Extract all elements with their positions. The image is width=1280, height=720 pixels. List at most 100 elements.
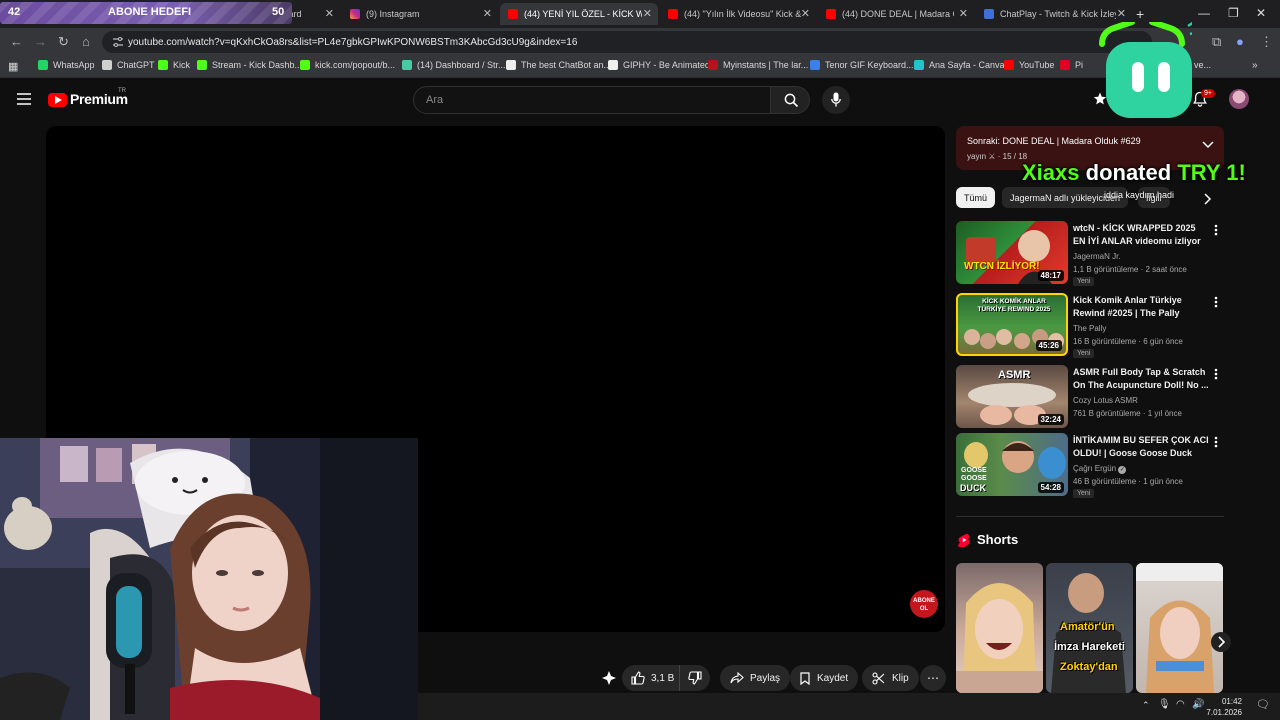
profile-icon[interactable]: ●	[1236, 34, 1244, 49]
bookmark-tenor[interactable]: Tenor GIF Keyboard...	[810, 60, 914, 70]
canva-icon	[914, 60, 924, 70]
search-icon	[784, 93, 799, 108]
shorts-next-icon[interactable]	[1211, 632, 1231, 652]
home-icon[interactable]: ⌂	[82, 34, 90, 49]
address-bar[interactable]: youtube.com/watch?v=qKxhCkOa8rs&list=PL4…	[102, 31, 1152, 53]
tab-instagram[interactable]: (9) Instagram ✕	[342, 3, 498, 25]
recommended-video-2[interactable]: KİCK KOMİK ANLAR TÜRKİYE REWIND 2025 45:…	[956, 293, 1224, 358]
search-button[interactable]	[770, 86, 810, 114]
more-actions-button[interactable]: ⋯	[920, 665, 946, 691]
hamburger-menu-icon[interactable]	[17, 93, 31, 105]
more-vertical-icon[interactable]	[1214, 368, 1218, 380]
bookmark-kick[interactable]: Kick	[158, 60, 190, 70]
forward-icon[interactable]: →	[34, 34, 47, 49]
recommended-video-3[interactable]: ASMR 32:24 ASMR Full Body Tap & Scratch …	[956, 365, 1224, 429]
channel-name[interactable]: The Pally	[1073, 324, 1106, 333]
dislike-button[interactable]	[680, 665, 710, 691]
thumbs-down-icon	[688, 671, 702, 685]
bookmark-youtube[interactable]: YouTube	[1004, 60, 1054, 70]
maximize-button[interactable]: ❐	[1228, 6, 1239, 20]
subscriber-goal-overlay: 42 ABONE HEDEFI 50	[0, 2, 292, 24]
video-thumbnail[interactable]: GOOSE GOOSE DUCK 54:28	[956, 433, 1068, 496]
subscribe-watermark[interactable]: ABONE OL	[910, 590, 938, 618]
short-2[interactable]: Amatör'ün İmza Hareketi Zoktay'dan	[1046, 563, 1133, 693]
search-placeholder: Ara	[426, 94, 444, 106]
thumbnail-caption-2: GOOSE	[961, 475, 987, 482]
tab-label: ChatPlay - Twitch & Kick İzleyici	[1000, 9, 1116, 19]
taskbar-clock[interactable]: 01:42 7.01.2026	[1196, 696, 1242, 718]
thumbnail-caption-1: GOOSE	[961, 467, 987, 474]
bookmark-kick-popout[interactable]: kick.com/popout/b...	[300, 60, 395, 70]
chip-all[interactable]: Tümü	[956, 187, 996, 208]
video-title[interactable]: wtcN - KİCK WRAPPED 2025 EN İYİ ANLAR vi…	[1073, 222, 1209, 248]
thumbnail-caption: ASMR	[998, 369, 1031, 381]
chevron-down-icon[interactable]	[1202, 141, 1214, 149]
minimize-button[interactable]: —	[1198, 6, 1210, 20]
more-vertical-icon[interactable]	[1214, 296, 1218, 308]
close-icon[interactable]: ✕	[643, 7, 652, 20]
goal-target: 50	[272, 6, 285, 18]
bookmark-chatbot[interactable]: The best ChatBot an...	[506, 60, 611, 70]
wifi-icon[interactable]: ◠	[1176, 699, 1185, 710]
tray-chevron-icon[interactable]: ⌃	[1142, 700, 1150, 711]
bookmarks-bar: ▦ WhatsApp ChatGPT Kick Stream - Kick Da…	[0, 56, 1280, 78]
more-vertical-icon[interactable]	[1214, 436, 1218, 448]
youtube-logo-icon[interactable]	[48, 93, 67, 107]
donated-word: donated	[1085, 160, 1172, 185]
recommended-video-1[interactable]: WTCN İZLİYOR! 48:17 wtcN - KİCK WRAPPED …	[956, 221, 1224, 286]
thumbnail-caption: KİCK KOMİK ANLAR TÜRKİYE REWIND 2025	[977, 298, 1051, 313]
bookmark-chatgpt[interactable]: ChatGPT	[102, 60, 155, 70]
more-vertical-icon[interactable]	[1214, 224, 1218, 236]
notification-tray-icon[interactable]: 🗨	[1256, 698, 1270, 711]
chevron-right-icon[interactable]	[1204, 193, 1212, 205]
video-title[interactable]: İNTİKAMIM BU SEFER ÇOK ACI OLDU! | Goose…	[1073, 434, 1209, 460]
new-tab-button[interactable]: +	[1136, 6, 1144, 22]
tenor-icon	[810, 60, 820, 70]
bookmark-dashboard[interactable]: (14) Dashboard / Str...	[402, 60, 506, 70]
apps-icon[interactable]: ▦	[8, 60, 18, 73]
tab-youtube-2[interactable]: (44) "Yılın İlk Videosu" Kick & T... ✕	[660, 3, 816, 25]
bookmark-whatsapp[interactable]: WhatsApp	[38, 60, 95, 70]
video-thumbnail[interactable]: KİCK KOMİK ANLAR TÜRKİYE REWIND 2025 45:…	[956, 293, 1068, 356]
bookmark-giphy[interactable]: GIPHY - Be Animated	[608, 60, 710, 70]
close-icon[interactable]: ✕	[801, 7, 810, 20]
tab-youtube-3[interactable]: (44) DONE DEAL | Madara Olduk ✕	[818, 3, 974, 25]
channel-name[interactable]: JagermaN Jr.	[1073, 252, 1121, 261]
back-icon[interactable]: ←	[10, 34, 23, 49]
close-icon[interactable]: ✕	[1117, 7, 1126, 20]
microphone-tray-icon[interactable]: 🎙	[1158, 699, 1171, 710]
close-icon[interactable]: ✕	[325, 7, 334, 20]
recommended-video-4[interactable]: GOOSE GOOSE DUCK 54:28 İNTİKAMIM BU SEFE…	[956, 433, 1224, 498]
sparkle-icon[interactable]	[600, 670, 618, 688]
video-title[interactable]: ASMR Full Body Tap & Scratch On The Acup…	[1073, 366, 1209, 392]
chevron-right-icon[interactable]: »	[1252, 60, 1258, 71]
notification-count: 9+	[1201, 89, 1215, 98]
close-window-button[interactable]: ✕	[1256, 6, 1266, 20]
video-title[interactable]: Kick Komik Anlar Türkiye Rewind #2025 | …	[1073, 294, 1209, 320]
short-3[interactable]	[1136, 563, 1223, 693]
channel-name[interactable]: Çağrı Ergün ✓	[1073, 464, 1127, 474]
search-input[interactable]: Ara	[413, 86, 771, 114]
menu-icon[interactable]: ⋮	[1260, 34, 1273, 50]
bookmark-kick-dashboard[interactable]: Stream - Kick Dashb...	[197, 60, 302, 70]
reload-icon[interactable]: ↻	[58, 34, 69, 50]
avatar[interactable]	[1229, 89, 1249, 109]
tab-youtube-active[interactable]: (44) YENİ YIL ÖZEL - KİCK WRAPPED ✕	[500, 3, 658, 25]
save-button[interactable]: Kaydet	[790, 665, 859, 691]
voice-search-button[interactable]	[822, 86, 850, 114]
like-button[interactable]: 3,1 B	[622, 665, 680, 691]
share-button[interactable]: Paylaş	[720, 665, 791, 691]
channel-name[interactable]: Cozy Lotus ASMR	[1073, 396, 1138, 405]
bookmark-more[interactable]: ve...	[1194, 60, 1211, 70]
bookmark-pinterest[interactable]: Pi	[1060, 60, 1083, 70]
site-info-icon[interactable]	[112, 36, 124, 48]
bookmark-myinstants[interactable]: Myinstants | The lar...	[708, 60, 808, 70]
bookmark-canva[interactable]: Ana Sayfa - Canva	[914, 60, 1005, 70]
extensions-icon[interactable]: ⧉	[1212, 34, 1221, 50]
close-icon[interactable]: ✕	[483, 7, 492, 20]
short-1[interactable]	[956, 563, 1043, 693]
clip-button[interactable]: Klip	[862, 665, 919, 691]
close-icon[interactable]: ✕	[959, 7, 968, 20]
video-thumbnail[interactable]: ASMR 32:24	[956, 365, 1068, 428]
video-thumbnail[interactable]: WTCN İZLİYOR! 48:17	[956, 221, 1068, 284]
